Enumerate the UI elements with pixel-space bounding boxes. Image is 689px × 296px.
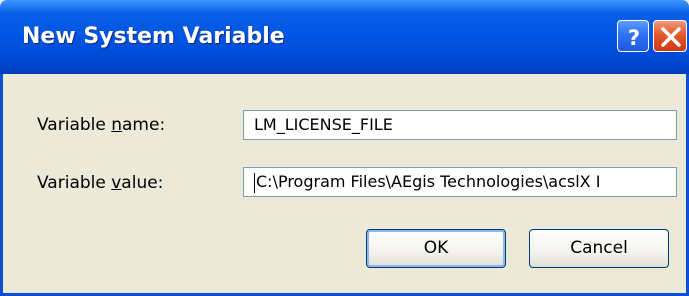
variable-name-label: Variable name: bbox=[37, 114, 165, 136]
variable-name-label-accesskey: n bbox=[111, 115, 123, 135]
text-cursor bbox=[254, 172, 255, 193]
title-bar[interactable]: New System Variable ? bbox=[0, 0, 689, 74]
variable-name-value: LM_LICENSE_FILE bbox=[254, 115, 393, 134]
new-system-variable-dialog: New System Variable ? Variable name: LM_… bbox=[0, 0, 689, 296]
variable-name-label-part: Variable bbox=[37, 115, 112, 135]
ok-button[interactable]: OK bbox=[366, 229, 506, 268]
help-button[interactable]: ? bbox=[617, 20, 649, 52]
close-icon bbox=[661, 27, 681, 47]
variable-value-label-accesskey: v bbox=[111, 173, 122, 193]
variable-value-label-part: alue: bbox=[121, 173, 164, 193]
variable-value-label: Variable value: bbox=[37, 172, 163, 194]
variable-name-label-part: ame: bbox=[122, 115, 166, 135]
help-icon: ? bbox=[628, 26, 640, 50]
variable-value-label-part: Variable bbox=[37, 173, 112, 193]
cancel-button[interactable]: Cancel bbox=[529, 229, 669, 268]
close-button[interactable] bbox=[653, 20, 687, 52]
dialog-title: New System Variable bbox=[22, 24, 285, 49]
variable-name-field[interactable]: LM_LICENSE_FILE bbox=[243, 110, 677, 140]
svg-text:?: ? bbox=[628, 26, 640, 50]
variable-value-value: C:\Program Files\AEgis Technologies\acsl… bbox=[256, 172, 601, 191]
variable-value-field[interactable]: C:\Program Files\AEgis Technologies\acsl… bbox=[243, 167, 677, 197]
